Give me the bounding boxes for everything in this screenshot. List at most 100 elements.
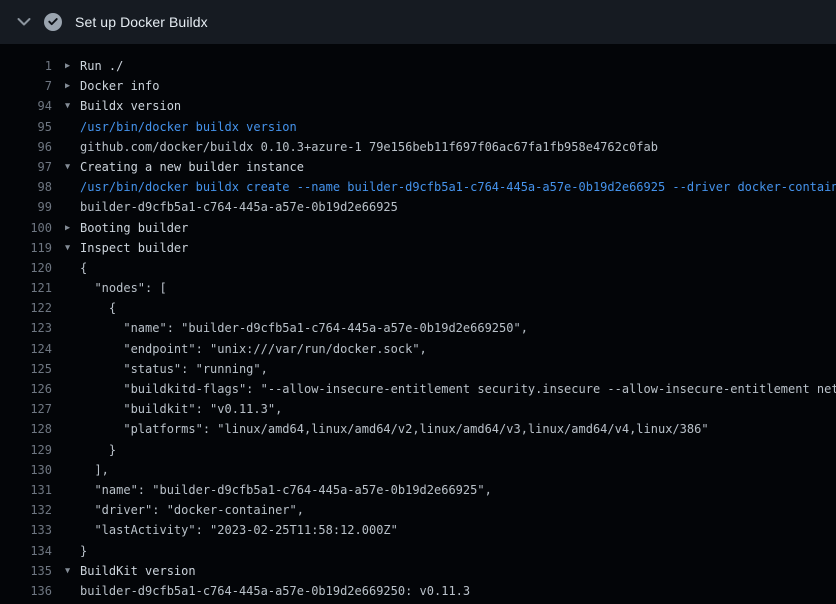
log-line-number[interactable]: 129 [0, 440, 52, 460]
expand-group-icon[interactable]: ▶ [52, 56, 80, 76]
log-line-number[interactable]: 120 [0, 258, 52, 278]
arrow-slot [52, 278, 80, 298]
log-line-text: Buildx version [80, 96, 181, 116]
log-line-number[interactable]: 136 [0, 581, 52, 601]
log-line-text: Docker info [80, 76, 159, 96]
arrow-slot [52, 197, 80, 217]
log-line-number[interactable]: 97 [0, 157, 52, 177]
log-line-number[interactable]: 98 [0, 177, 52, 197]
log-row: 130 ], [0, 460, 836, 480]
log-line-text: "platforms": "linux/amd64,linux/amd64/v2… [80, 419, 709, 439]
log-line-number[interactable]: 134 [0, 541, 52, 561]
arrow-slot [52, 339, 80, 359]
log-line-number[interactable]: 125 [0, 359, 52, 379]
log-line-text: "buildkitd-flags": "--allow-insecure-ent… [80, 379, 836, 399]
log-line-text: Creating a new builder instance [80, 157, 304, 177]
log-line-number[interactable]: 130 [0, 460, 52, 480]
log-line-text: "nodes": [ [80, 278, 167, 298]
log-row: 96 github.com/docker/buildx 0.10.3+azure… [0, 137, 836, 157]
log-line-text: Booting builder [80, 218, 188, 238]
log-row: 133 "lastActivity": "2023-02-25T11:58:12… [0, 520, 836, 540]
arrow-slot [52, 298, 80, 318]
log-line-number[interactable]: 100 [0, 218, 52, 238]
log-line-text: github.com/docker/buildx 0.10.3+azure-1 … [80, 137, 658, 157]
log-line-text: "buildkit": "v0.11.3", [80, 399, 282, 419]
log-line-number[interactable]: 135 [0, 561, 52, 581]
expand-group-icon[interactable]: ▶ [52, 76, 80, 96]
log-line-text: "name": "builder-d9cfb5a1-c764-445a-a57e… [80, 318, 528, 338]
log-line-number[interactable]: 133 [0, 520, 52, 540]
arrow-slot [52, 359, 80, 379]
log-line-text: } [80, 541, 87, 561]
arrow-slot [52, 399, 80, 419]
log-group-row[interactable]: 7 ▶ Docker info [0, 76, 836, 96]
log-group-row[interactable]: 135 ▼ BuildKit version [0, 561, 836, 581]
log-line-text: BuildKit version [80, 561, 196, 581]
log-row: 123 "name": "builder-d9cfb5a1-c764-445a-… [0, 318, 836, 338]
log-line-text: "endpoint": "unix:///var/run/docker.sock… [80, 339, 427, 359]
log-line-number[interactable]: 126 [0, 379, 52, 399]
log-row: 132 "driver": "docker-container", [0, 500, 836, 520]
log-line-text: builder-d9cfb5a1-c764-445a-a57e-0b19d2e6… [80, 197, 398, 217]
log-row: 131 "name": "builder-d9cfb5a1-c764-445a-… [0, 480, 836, 500]
step-header[interactable]: Set up Docker Buildx [0, 0, 836, 44]
log-line-number[interactable]: 94 [0, 96, 52, 116]
log-row: 99 builder-d9cfb5a1-c764-445a-a57e-0b19d… [0, 197, 836, 217]
arrow-slot [52, 379, 80, 399]
log-line-text: Inspect builder [80, 238, 188, 258]
log-row: 126 "buildkitd-flags": "--allow-insecure… [0, 379, 836, 399]
collapse-group-icon[interactable]: ▼ [52, 157, 80, 177]
arrow-slot [52, 460, 80, 480]
expand-group-icon[interactable]: ▶ [52, 218, 80, 238]
log-group-row[interactable]: 100 ▶ Booting builder [0, 218, 836, 238]
log-line-text: ], [80, 460, 109, 480]
log-line-number[interactable]: 123 [0, 318, 52, 338]
arrow-slot [52, 440, 80, 460]
log-row: 129 } [0, 440, 836, 460]
log-group-row[interactable]: 94 ▼ Buildx version [0, 96, 836, 116]
log-row: 136 builder-d9cfb5a1-c764-445a-a57e-0b19… [0, 581, 836, 601]
arrow-slot [52, 520, 80, 540]
log-line-text: "status": "running", [80, 359, 268, 379]
chevron-down-icon[interactable] [16, 14, 32, 30]
collapse-group-icon[interactable]: ▼ [52, 561, 80, 581]
log-line-number[interactable]: 128 [0, 419, 52, 439]
log-line-number[interactable]: 122 [0, 298, 52, 318]
log-line-text: /usr/bin/docker buildx version [80, 117, 297, 137]
arrow-slot [52, 177, 80, 197]
collapse-group-icon[interactable]: ▼ [52, 96, 80, 116]
collapse-group-icon[interactable]: ▼ [52, 238, 80, 258]
log-group-row[interactable]: 1 ▶ Run ./ [0, 56, 836, 76]
log-line-text: } [80, 440, 116, 460]
log-line-number[interactable]: 121 [0, 278, 52, 298]
log-line-number[interactable]: 96 [0, 137, 52, 157]
log-row: 125 "status": "running", [0, 359, 836, 379]
log-group-row[interactable]: 97 ▼ Creating a new builder instance [0, 157, 836, 177]
log-line-number[interactable]: 1 [0, 56, 52, 76]
arrow-slot [52, 500, 80, 520]
log-row: 127 "buildkit": "v0.11.3", [0, 399, 836, 419]
log-line-number[interactable]: 99 [0, 197, 52, 217]
log-line-number[interactable]: 127 [0, 399, 52, 419]
log-line-number[interactable]: 119 [0, 238, 52, 258]
arrow-slot [52, 541, 80, 561]
check-circle-icon [44, 13, 62, 31]
log-row: 121 "nodes": [ [0, 278, 836, 298]
log-line-number[interactable]: 131 [0, 480, 52, 500]
log-group-row[interactable]: 119 ▼ Inspect builder [0, 238, 836, 258]
log-line-text: "lastActivity": "2023-02-25T11:58:12.000… [80, 520, 398, 540]
log-viewer: 1 ▶ Run ./ 7 ▶ Docker info 94 ▼ Buildx v… [0, 44, 836, 601]
arrow-slot [52, 117, 80, 137]
arrow-slot [52, 137, 80, 157]
log-line-number[interactable]: 124 [0, 339, 52, 359]
log-line-text: builder-d9cfb5a1-c764-445a-a57e-0b19d2e6… [80, 581, 470, 601]
log-row: 134 } [0, 541, 836, 561]
log-line-text: { [80, 298, 116, 318]
log-line-text: { [80, 258, 87, 278]
arrow-slot [52, 480, 80, 500]
log-line-number[interactable]: 132 [0, 500, 52, 520]
log-line-number[interactable]: 95 [0, 117, 52, 137]
arrow-slot [52, 419, 80, 439]
log-row: 122 { [0, 298, 836, 318]
log-line-number[interactable]: 7 [0, 76, 52, 96]
